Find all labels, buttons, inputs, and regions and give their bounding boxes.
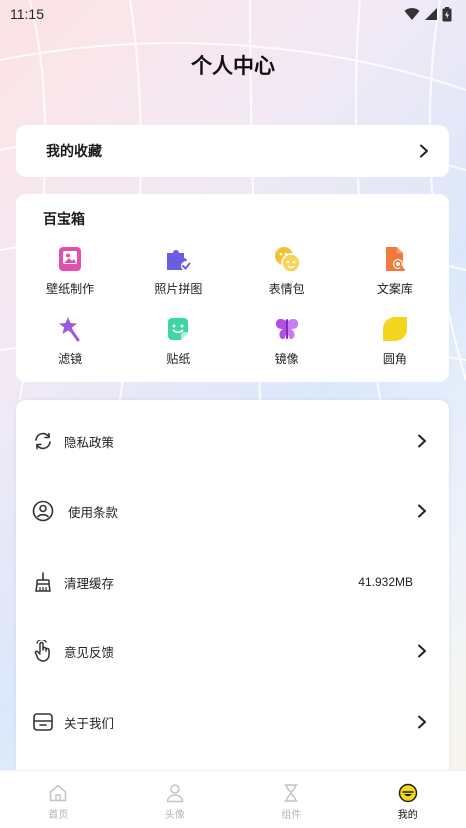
tab-label: 组件 [281,810,302,821]
tool-wallpaper-maker[interactable]: 壁纸制作 [16,244,124,304]
tool-copywriting-library[interactable]: 文案库 [341,244,449,304]
tool-filter[interactable]: 滤镜 [16,314,124,374]
menu-item-feedback[interactable]: 意见反馈 [16,625,449,677]
menu-label: 意见反馈 [64,644,115,660]
tool-label: 表情包 [268,282,305,296]
tab-avatar[interactable]: 头像 [117,771,234,828]
menu-label: 使用条款 [68,504,119,520]
wallpaper-icon [55,244,85,274]
refresh-icon [32,430,54,452]
magic-wand-icon [55,314,85,344]
puzzle-icon [163,244,193,274]
menu-label: 隐私政策 [64,434,115,450]
favorites-label: 我的收藏 [46,144,102,160]
tool-label: 文案库 [376,282,413,296]
broom-icon [32,571,54,593]
emoji-icon [272,244,302,274]
status-bar: 11:15 [0,0,466,28]
signal-icon [425,8,437,20]
status-icons [404,6,452,22]
hourglass-icon [280,782,302,804]
chevron-right-icon [418,715,426,729]
tool-rounded-corner[interactable]: 圆角 [341,314,449,374]
home-icon [47,782,69,804]
menu-label: 清理缓存 [64,575,115,591]
menu-item-terms-of-use[interactable]: 使用条款 [16,485,449,537]
tab-mine[interactable]: 我的 [350,771,466,828]
box-icon [32,711,54,733]
tab-home[interactable]: 首页 [0,771,117,828]
tool-label: 贴纸 [166,352,191,366]
toolbox-title: 百宝箱 [43,212,85,228]
settings-menu: 隐私政策 使用条款 清理缓存 41.932MB 意见反馈 关于我们 [16,400,449,780]
rounded-corner-icon [380,314,410,344]
person-icon [164,782,186,804]
tool-meme-pack[interactable]: 表情包 [233,244,341,304]
wifi-icon [404,8,420,20]
sticker-icon [163,314,193,344]
status-time: 11:15 [10,6,44,22]
chevron-right-icon [418,504,426,518]
page-title: 个人中心 [191,54,275,78]
bottom-tab-bar: 首页 头像 组件 我的 [0,770,466,828]
tool-sticker[interactable]: 贴纸 [124,314,232,374]
tab-label: 首页 [48,810,69,821]
menu-item-clear-cache[interactable]: 清理缓存 41.932MB [16,556,449,608]
chevron-right-icon [420,144,428,158]
tab-widgets[interactable]: 组件 [233,771,350,828]
cache-size-value: 41.932MB [358,575,413,589]
tool-label: 照片拼图 [154,282,203,296]
butterfly-icon [272,314,302,344]
smiley-icon [397,782,419,804]
tool-label: 滤镜 [58,352,83,366]
document-search-icon [380,244,410,274]
user-circle-icon [32,500,54,522]
tab-label: 头像 [164,810,185,821]
tab-label: 我的 [397,810,418,821]
hand-icon [32,640,54,662]
tool-mirror[interactable]: 镜像 [233,314,341,374]
chevron-right-icon [418,434,426,448]
toolbox-card: 百宝箱 壁纸制作 照片拼图 表情包 文案库 滤镜 贴纸 镜像 圆角 [16,194,449,382]
menu-label: 关于我们 [64,715,115,731]
favorites-row[interactable]: 我的收藏 [16,125,449,177]
chevron-right-icon [418,644,426,658]
tool-label: 镜像 [274,352,299,366]
battery-icon [442,6,452,21]
menu-item-about-us[interactable]: 关于我们 [16,696,449,748]
tool-label: 壁纸制作 [46,282,95,296]
tool-label: 圆角 [382,352,407,366]
toolbox-grid: 壁纸制作 照片拼图 表情包 文案库 滤镜 贴纸 镜像 圆角 [16,244,449,374]
menu-item-privacy-policy[interactable]: 隐私政策 [16,415,449,467]
tool-photo-collage[interactable]: 照片拼图 [124,244,232,304]
